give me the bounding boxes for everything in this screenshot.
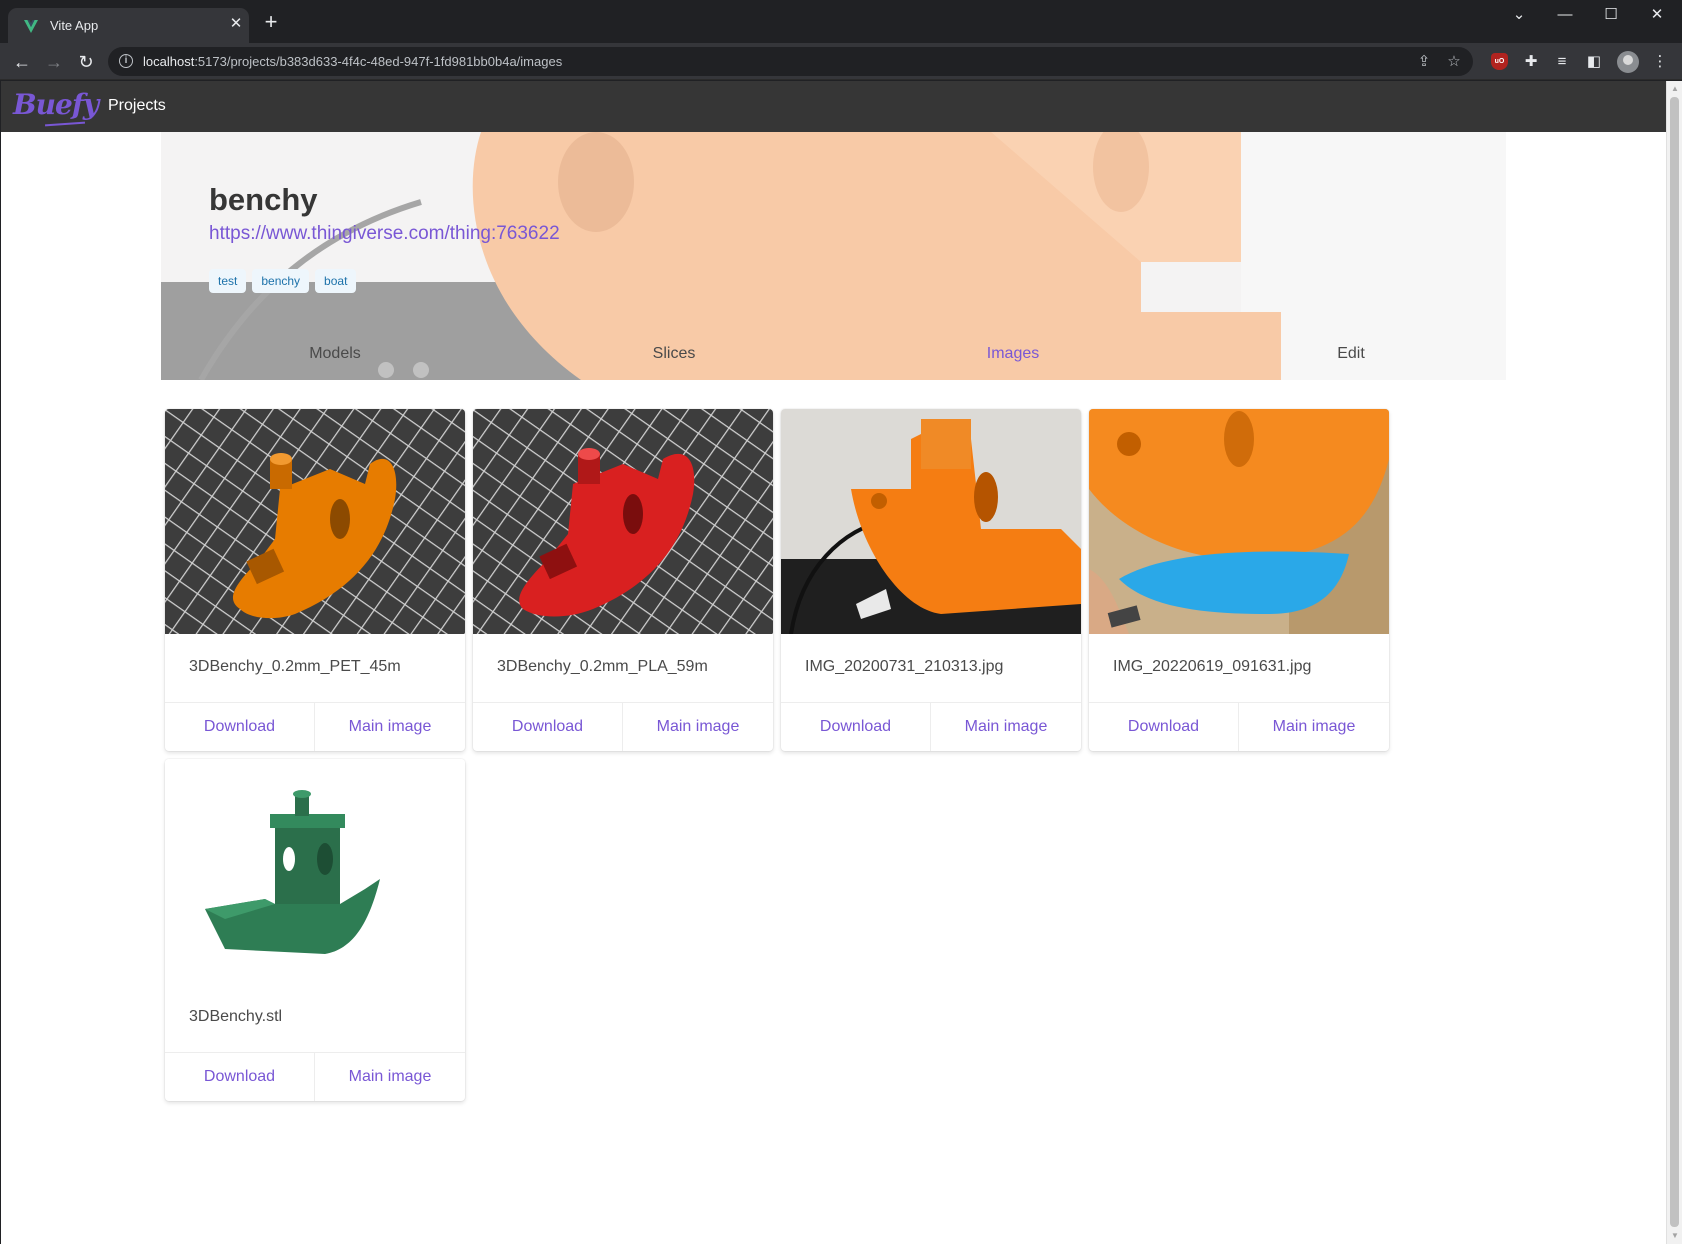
browser-tabstrip: Vite App ✕ + ⌄ — ☐ ✕ — [0, 0, 1682, 43]
maximize-icon[interactable]: ☐ — [1588, 0, 1634, 32]
image-filename: 3DBenchy_0.2mm_PLA_59m — [473, 634, 773, 703]
forward-icon[interactable]: → — [40, 48, 68, 76]
slicer-preview-image — [165, 409, 465, 634]
side-panel-icon[interactable]: ◧ — [1584, 52, 1604, 72]
tag[interactable]: benchy — [252, 269, 310, 293]
project-source-link[interactable]: https://www.thingiverse.com/thing:763622 — [209, 223, 560, 245]
image-card: 3DBenchy_0.2mm_PET_45m Download Main ima… — [165, 409, 465, 751]
photo-image — [1089, 409, 1389, 634]
card-footer: Download Main image — [165, 703, 465, 751]
image-thumbnail[interactable] — [473, 409, 773, 634]
tab-title: Vite App — [50, 18, 99, 33]
download-button[interactable]: Download — [165, 703, 315, 751]
close-tab-icon[interactable]: ✕ — [225, 13, 247, 35]
scrollbar-thumb[interactable] — [1670, 97, 1679, 1227]
project-title: benchy — [209, 182, 318, 217]
tag[interactable]: test — [209, 269, 247, 293]
card-footer: Download Main image — [1089, 703, 1389, 751]
page-viewport: Buefy Projects benchy https://www.thingi… — [1, 81, 1666, 1244]
navbar: Buefy Projects — [1, 81, 1666, 132]
image-card: 3DBenchy_0.2mm_PLA_59m Download Main ima… — [473, 409, 773, 751]
minimize-icon[interactable]: — — [1542, 0, 1588, 32]
site-info-icon[interactable]: i — [119, 54, 133, 68]
main-image-button[interactable]: Main image — [623, 703, 773, 751]
tab-images[interactable]: Images — [923, 337, 1103, 371]
tab-edit[interactable]: Edit — [1261, 337, 1441, 371]
download-button[interactable]: Download — [781, 703, 931, 751]
nav-projects-link[interactable]: Projects — [108, 97, 166, 115]
main-image-button[interactable]: Main image — [315, 1053, 465, 1101]
page-scrollbar[interactable]: ▲ ▼ — [1666, 81, 1682, 1244]
stl-render-image — [165, 759, 465, 984]
tag[interactable]: boat — [315, 269, 357, 293]
image-card: IMG_20220619_091631.jpg Download Main im… — [1089, 409, 1389, 751]
bookmark-star-icon[interactable]: ☆ — [1444, 52, 1464, 72]
main-image-button[interactable]: Main image — [315, 703, 465, 751]
card-footer: Download Main image — [165, 1053, 465, 1101]
buefy-logo[interactable]: Buefy — [13, 88, 99, 121]
scroll-up-icon[interactable]: ▲ — [1670, 84, 1680, 94]
slicer-preview-image — [473, 409, 773, 634]
browser-menu-icon[interactable]: ⋮ — [1650, 52, 1670, 72]
image-thumbnail[interactable] — [1089, 409, 1389, 634]
project-tabs: Models Slices Images Edit — [161, 337, 1506, 371]
scroll-down-icon[interactable]: ▼ — [1670, 1231, 1680, 1241]
ublock-extension-icon[interactable]: uO — [1491, 53, 1508, 70]
back-icon[interactable]: ← — [8, 48, 36, 76]
tag-list: test benchy boat — [209, 269, 362, 293]
new-tab-icon[interactable]: + — [260, 11, 282, 34]
image-thumbnail[interactable] — [781, 409, 1081, 634]
logo-underline — [44, 121, 86, 127]
image-filename: 3DBenchy_0.2mm_PET_45m — [165, 634, 465, 703]
image-filename: IMG_20220619_091631.jpg — [1089, 634, 1389, 703]
tab-models[interactable]: Models — [245, 337, 425, 371]
extensions-puzzle-icon[interactable]: ✚ — [1521, 52, 1541, 72]
image-thumbnail[interactable] — [165, 759, 465, 984]
image-thumbnail[interactable] — [165, 409, 465, 634]
main-image-button[interactable]: Main image — [931, 703, 1081, 751]
reload-icon[interactable]: ↻ — [72, 48, 100, 76]
card-footer: Download Main image — [473, 703, 773, 751]
url-text[interactable]: localhost:5173/projects/b383d633-4f4c-48… — [143, 54, 562, 69]
vite-icon — [24, 20, 38, 33]
image-card: IMG_20200731_210313.jpg Download Main im… — [781, 409, 1081, 751]
image-filename: 3DBenchy.stl — [165, 984, 465, 1053]
address-bar[interactable]: i localhost:5173/projects/b383d633-4f4c-… — [108, 47, 1473, 76]
download-button[interactable]: Download — [165, 1053, 315, 1101]
tab-search-icon[interactable]: ⌄ — [1496, 0, 1542, 32]
profile-avatar[interactable] — [1617, 51, 1639, 73]
browser-toolbar: ← → ↻ i localhost:5173/projects/b383d633… — [0, 43, 1682, 80]
image-filename: IMG_20200731_210313.jpg — [781, 634, 1081, 703]
download-button[interactable]: Download — [473, 703, 623, 751]
tab-slices[interactable]: Slices — [584, 337, 764, 371]
close-window-icon[interactable]: ✕ — [1634, 0, 1680, 32]
photo-image — [781, 409, 1081, 634]
reading-list-icon[interactable]: ≡ — [1552, 52, 1572, 72]
project-hero: benchy https://www.thingiverse.com/thing… — [161, 132, 1506, 380]
download-button[interactable]: Download — [1089, 703, 1239, 751]
share-icon[interactable]: ⇪ — [1414, 52, 1434, 72]
browser-tab[interactable]: Vite App ✕ — [8, 8, 249, 43]
main-image-button[interactable]: Main image — [1239, 703, 1389, 751]
image-card: 3DBenchy.stl Download Main image — [165, 759, 465, 1101]
card-footer: Download Main image — [781, 703, 1081, 751]
